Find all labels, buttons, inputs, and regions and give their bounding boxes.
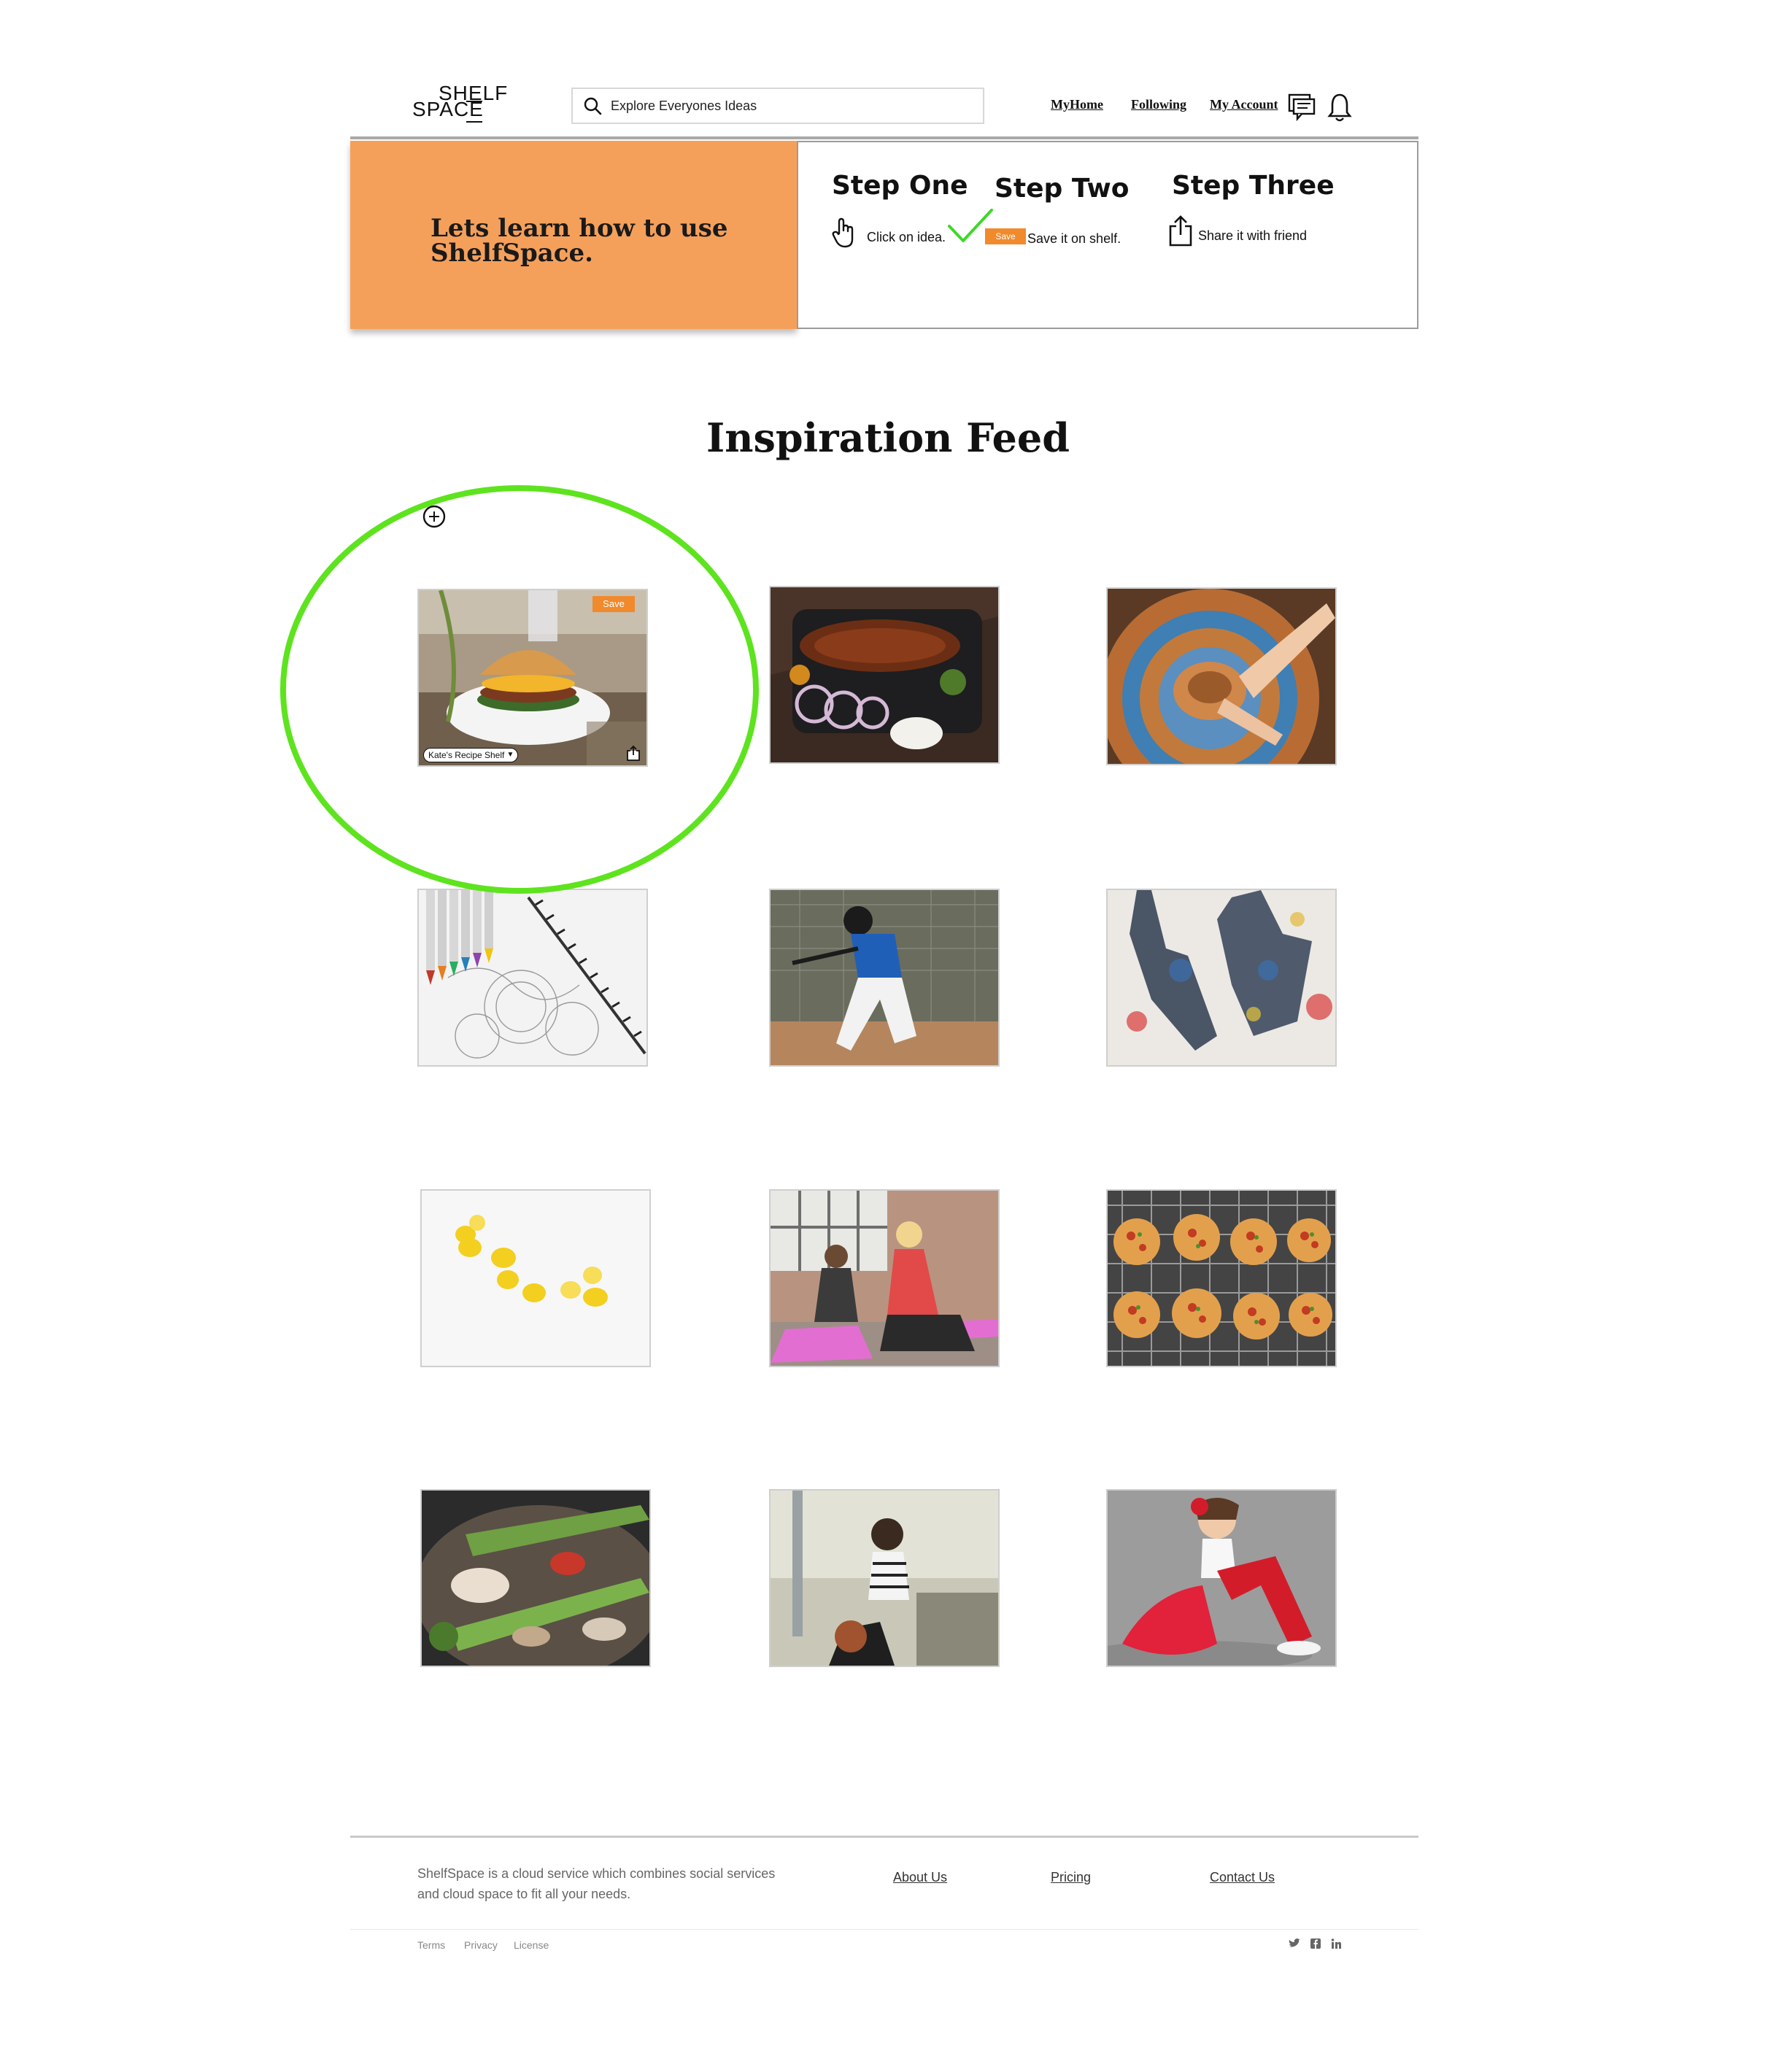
search-input[interactable] [609, 97, 962, 115]
footer-divider-2 [350, 1929, 1418, 1930]
logo-bar [466, 121, 482, 123]
footer-about-us[interactable]: About Us [893, 1870, 947, 1885]
legal-terms[interactable]: Terms [417, 1939, 445, 1951]
nav-myhome[interactable]: MyHome [1051, 97, 1103, 112]
search-bar[interactable] [571, 88, 984, 124]
legal-privacy[interactable]: Privacy [464, 1939, 498, 1951]
save-chip-example: Save [985, 228, 1026, 244]
step-two-text: Save it on shelf. [1027, 231, 1121, 246]
legal-license[interactable]: License [514, 1939, 549, 1951]
share-icon [1167, 214, 1194, 250]
baseball-batter-image [771, 890, 998, 1065]
feed-card-pottery-wheel[interactable] [1106, 587, 1337, 765]
mother-child-image [771, 1491, 998, 1666]
step-three-title: Step Three [1172, 171, 1335, 201]
footer-pricing[interactable]: Pricing [1051, 1870, 1091, 1885]
mini-pizzas-image [1108, 1191, 1335, 1366]
ribs-platter-image [771, 587, 998, 762]
footer-contact-us[interactable]: Contact Us [1210, 1870, 1275, 1885]
feed-card-ballerina-girl[interactable] [1106, 1489, 1337, 1667]
painted-hands-image [1108, 890, 1335, 1065]
yoga-class-image [771, 1191, 998, 1366]
linkedin-icon[interactable] [1331, 1938, 1341, 1951]
ballerina-girl-image [1108, 1491, 1335, 1666]
feed-card-mother-child[interactable] [769, 1489, 1000, 1667]
logo[interactable]: SHELF SPACE [412, 82, 507, 123]
feed-card-stir-fry[interactable] [420, 1489, 651, 1667]
step-three-text: Share it with friend [1198, 228, 1308, 243]
header-divider [350, 136, 1418, 139]
feed-title: Inspiration Feed [706, 414, 1070, 461]
step-two-title: Step Two [995, 174, 1130, 204]
nav-following[interactable]: Following [1131, 97, 1186, 112]
feed-card-painted-hands[interactable] [1106, 889, 1337, 1067]
search-icon [584, 97, 602, 115]
pointer-hand-icon [832, 217, 857, 253]
bell-icon[interactable] [1327, 92, 1353, 126]
feed-card-ribs-platter[interactable] [769, 586, 1000, 764]
footer-divider [350, 1836, 1418, 1838]
tutorial-title: Lets learn how to use ShelfSpace. [431, 214, 728, 268]
feed-card-mini-pizzas[interactable] [1106, 1189, 1337, 1367]
step-one-text: Click on idea. [867, 230, 946, 244]
twitter-icon[interactable] [1289, 1938, 1300, 1951]
feed-card-colored-pencils[interactable] [417, 889, 648, 1067]
feed-card-baseball-batter[interactable] [769, 889, 1000, 1067]
feed-card-lemons[interactable] [420, 1189, 651, 1367]
feed-card-yoga-class[interactable] [769, 1189, 1000, 1367]
nav-my-account[interactable]: My Account [1210, 97, 1278, 112]
logo-bar [466, 101, 482, 102]
footer-description: ShelfSpace is a cloud service which comb… [417, 1866, 776, 1901]
highlight-ellipse [280, 485, 759, 894]
chat-icon[interactable] [1287, 92, 1316, 125]
facebook-icon[interactable] [1310, 1938, 1321, 1951]
lemons-image [422, 1191, 649, 1366]
stir-fry-image [422, 1491, 649, 1666]
pottery-wheel-image [1108, 589, 1335, 764]
colored-pencils-image [419, 890, 646, 1065]
step-one-title: Step One [832, 171, 968, 201]
